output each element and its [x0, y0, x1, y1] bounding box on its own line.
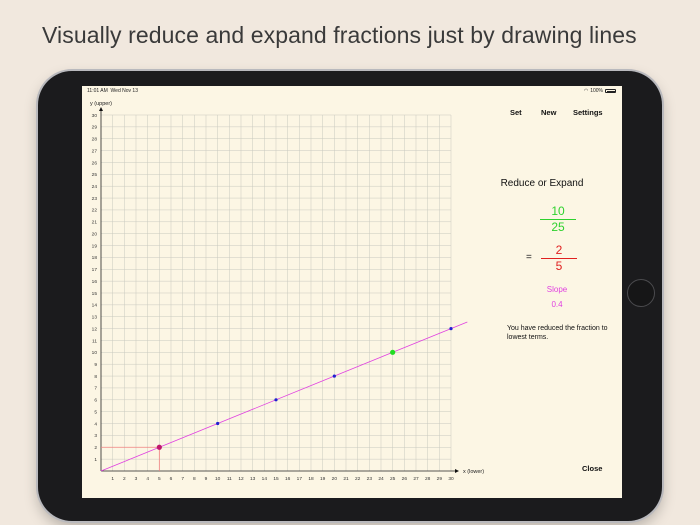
x-tick-label: 10: [215, 476, 221, 482]
x-tick-label: 2: [123, 476, 126, 482]
y-tick-label: 9: [94, 362, 97, 368]
y-tick-label: 23: [92, 196, 98, 202]
x-tick-label: 5: [158, 476, 161, 482]
x-tick-label: 4: [146, 476, 149, 482]
y-tick-label: 29: [92, 125, 98, 131]
reduced-denominator: 5: [555, 259, 563, 273]
y-tick-label: 11: [92, 338, 97, 344]
y-axis-arrow-icon: [99, 107, 103, 111]
x-tick-label: 21: [343, 476, 349, 482]
slope-line: [100, 321, 468, 472]
x-tick-label: 8: [193, 476, 196, 482]
close-button[interactable]: Close: [582, 464, 602, 473]
y-tick-label: 25: [92, 172, 98, 178]
x-tick-label: 13: [250, 476, 256, 482]
set-button[interactable]: Set: [510, 108, 522, 117]
original-numerator: 10: [551, 204, 565, 218]
x-tick-label: 17: [297, 476, 303, 482]
y-tick-label: 6: [94, 398, 97, 404]
y-axis-label: y (upper): [90, 101, 112, 107]
y-tick-label: 8: [94, 374, 97, 380]
slope-value: 0.4: [551, 300, 563, 309]
reduced-numerator: 2: [555, 243, 563, 257]
app-screen: 11:01 AM Wed Nov 13 ◠ 100% 1 2 3 4 5 6 7 8 9 10 11…: [82, 86, 622, 498]
data-point: [156, 444, 162, 450]
x-tick-labels: 1 2 3 4 5 6 7 8 9 10 11 12 13 14 15 16 17 18 19 20 21 22 23 24 2…: [111, 476, 454, 482]
y-tick-label: 3: [94, 433, 97, 439]
y-tick-label: 17: [92, 267, 98, 273]
x-tick-label: 3: [135, 476, 138, 482]
y-tick-label: 2: [94, 445, 97, 451]
y-tick-label: 15: [92, 291, 98, 297]
x-tick-label: 7: [181, 476, 184, 482]
y-tick-label: 21: [92, 220, 98, 226]
y-tick-label: 13: [92, 315, 98, 321]
panel-title: Reduce or Expand: [500, 178, 584, 189]
x-tick-label: 11: [227, 476, 232, 482]
y-tick-label: 4: [94, 421, 97, 427]
x-tick-label: 28: [425, 476, 431, 482]
x-tick-label: 26: [402, 476, 408, 482]
data-point: [390, 349, 396, 355]
x-tick-label: 22: [355, 476, 361, 482]
y-tick-label: 16: [92, 279, 98, 285]
x-tick-label: 6: [170, 476, 173, 482]
reduced-fraction: 2 5: [539, 244, 579, 273]
original-fraction: 10 25: [538, 205, 578, 234]
result-message: You have reduced the fraction to lowest …: [507, 325, 608, 341]
promo-headline: Visually reduce and expand fractions jus…: [42, 22, 637, 48]
x-tick-label: 20: [332, 476, 338, 482]
y-tick-label: 10: [92, 350, 98, 356]
x-tick-label: 30: [448, 476, 454, 482]
x-axis-label: x (lower): [463, 469, 484, 475]
y-tick-label: 24: [92, 184, 98, 190]
y-tick-label: 30: [92, 113, 98, 119]
y-tick-label: 22: [92, 208, 98, 214]
slope-label: Slope: [546, 285, 568, 294]
data-point: [449, 327, 453, 331]
grid-lines: [101, 114, 452, 471]
settings-button[interactable]: Settings: [573, 108, 603, 117]
y-tick-labels: 1234567891011121314151617181920212223242…: [92, 113, 98, 463]
x-tick-label: 9: [205, 476, 208, 482]
x-tick-label: 25: [390, 476, 396, 482]
x-tick-label: 24: [378, 476, 384, 482]
x-tick-label: 1: [111, 476, 114, 482]
y-tick-label: 5: [94, 409, 97, 415]
home-button[interactable]: [627, 279, 655, 307]
x-tick-label: 19: [320, 476, 326, 482]
y-tick-label: 26: [92, 160, 98, 166]
y-tick-label: 7: [94, 386, 97, 392]
x-tick-label: 23: [367, 476, 373, 482]
x-tick-label: 18: [308, 476, 314, 482]
y-tick-label: 27: [92, 148, 98, 154]
x-tick-label: 15: [273, 476, 279, 482]
x-tick-label: 16: [285, 476, 291, 482]
new-button[interactable]: New: [541, 108, 556, 117]
y-tick-label: 28: [92, 137, 98, 143]
y-tick-label: 12: [92, 326, 98, 332]
data-point: [216, 421, 220, 426]
x-tick-label: 27: [413, 476, 419, 482]
x-axis-arrow-icon: [455, 469, 459, 473]
equals-sign: =: [526, 252, 532, 263]
y-tick-label: 1: [94, 457, 97, 463]
y-tick-label: 18: [92, 255, 98, 261]
original-denominator: 25: [551, 220, 565, 234]
x-tick-label: 29: [437, 476, 443, 482]
data-point: [332, 374, 336, 378]
x-tick-label: 12: [238, 476, 244, 482]
data-point: [274, 398, 278, 402]
y-tick-label: 19: [92, 243, 98, 249]
y-tick-label: 14: [92, 303, 98, 309]
x-tick-label: 14: [262, 476, 268, 482]
y-tick-label: 20: [92, 231, 98, 237]
